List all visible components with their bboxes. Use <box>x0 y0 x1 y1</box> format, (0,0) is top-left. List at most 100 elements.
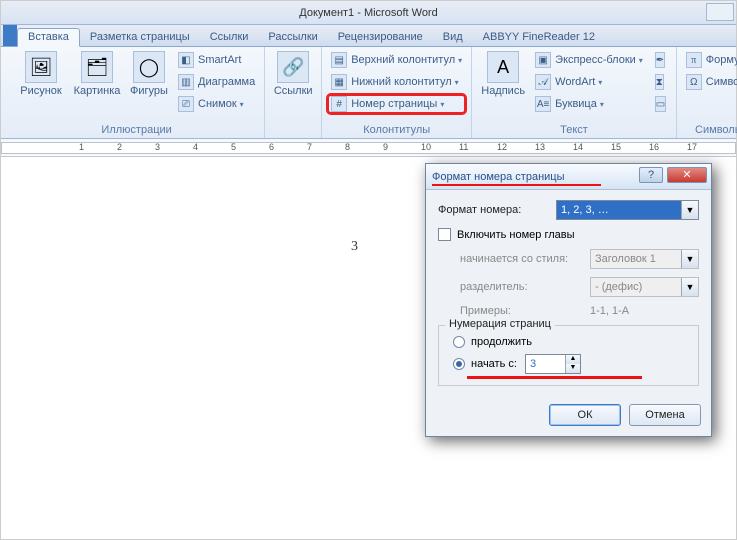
group-header-footer-label: Колонтитулы <box>326 123 467 138</box>
numeration-fieldset: Нумерация страниц продолжить начать с: 3… <box>438 325 699 386</box>
btn-symbol-label: Символ <box>706 76 737 88</box>
radio-continue[interactable] <box>453 336 465 348</box>
wordart-icon: 𝒜 <box>535 74 551 90</box>
ruler-mark: 13 <box>535 142 545 152</box>
btn-symbol[interactable]: Ω Символ <box>681 71 737 93</box>
btn-shapes[interactable]: ◯ Фигуры <box>125 49 173 99</box>
screenshot-icon: ⎚ <box>178 96 194 112</box>
btn-textbox-label: Надпись <box>481 85 525 97</box>
header-icon: ▤ <box>331 52 347 68</box>
tab-file[interactable] <box>3 24 17 46</box>
btn-wordart[interactable]: 𝒜 WordArt <box>530 71 648 93</box>
chevron-down-icon: ▼ <box>681 201 698 219</box>
btn-picture-label: Рисунок <box>20 85 62 97</box>
btn-smartart-label: SmartArt <box>198 54 241 66</box>
radio-start-at[interactable] <box>453 358 465 370</box>
links-icon: 🔗 <box>277 51 309 83</box>
tab-review[interactable]: Рецензирование <box>328 29 433 46</box>
symbol-icon: Ω <box>686 74 702 90</box>
start-at-spinner[interactable]: 3 ▲▼ <box>525 354 581 374</box>
format-value: 1, 2, 3, … <box>557 201 681 219</box>
btn-links-label: Ссылки <box>274 85 313 97</box>
tab-insert[interactable]: Вставка <box>17 28 80 47</box>
btn-object[interactable]: ▭ <box>650 93 672 115</box>
clipart-icon: 🗂 <box>81 51 113 83</box>
btn-datetime[interactable]: ⧗ <box>650 71 672 93</box>
chevron-down-icon: ▼ <box>681 278 698 296</box>
btn-header-label: Верхний колонтитул <box>351 54 462 66</box>
btn-footer-label: Нижний колонтитул <box>351 76 458 88</box>
format-combo[interactable]: 1, 2, 3, … ▼ <box>556 200 699 220</box>
ruler-mark: 1 <box>79 142 84 152</box>
dialog-close-button[interactable]: ✕ <box>667 167 707 183</box>
ruler-mark: 10 <box>421 142 431 152</box>
tab-references[interactable]: Ссылки <box>200 29 259 46</box>
ribbon-tabs: Вставка Разметка страницы Ссылки Рассылк… <box>1 25 736 47</box>
page-number-text: 3 <box>351 239 358 255</box>
spinner-up-icon[interactable]: ▲ <box>566 355 580 364</box>
btn-clipart[interactable]: 🗂 Картинка <box>69 49 125 99</box>
group-symbols: πФормула ΩСимвол Символы <box>677 47 737 138</box>
dialog-title-bar[interactable]: Формат номера страницы ? ✕ <box>426 164 711 190</box>
quickparts-icon: ▣ <box>535 52 551 68</box>
ruler-mark: 16 <box>649 142 659 152</box>
tab-mailings[interactable]: Рассылки <box>258 29 327 46</box>
dialog-help-button[interactable]: ? <box>639 167 663 183</box>
page-number-icon: # <box>331 96 347 112</box>
ruler-mark: 2 <box>117 142 122 152</box>
btn-footer[interactable]: ▦ Нижний колонтитул <box>326 71 467 93</box>
btn-dropcap[interactable]: A≡Буквица <box>530 93 648 115</box>
ribbon: 🖼 Рисунок 🗂 Картинка ◯ Фигуры ◧SmartArt … <box>1 47 736 139</box>
ok-button[interactable]: ОК <box>549 404 621 426</box>
footer-icon: ▦ <box>331 74 347 90</box>
cancel-button[interactable]: Отмена <box>629 404 701 426</box>
tab-page-layout[interactable]: Разметка страницы <box>80 29 200 46</box>
ruler[interactable]: 1234567891011121314151617 <box>1 139 736 157</box>
format-label: Формат номера: <box>438 204 556 216</box>
btn-page-number-label: Номер страницы <box>351 98 444 110</box>
tab-abbyy[interactable]: ABBYY FineReader 12 <box>473 29 605 46</box>
btn-quickparts[interactable]: ▣Экспресс-блоки <box>530 49 648 71</box>
btn-page-number[interactable]: # Номер страницы <box>326 93 467 115</box>
title-corner-box <box>706 3 734 21</box>
group-text-label: Текст <box>476 123 672 138</box>
radio-start-at-label: начать с: <box>471 358 517 370</box>
numeration-legend: Нумерация страниц <box>445 318 555 330</box>
btn-chart[interactable]: ▥Диаграмма <box>173 71 260 93</box>
btn-equation[interactable]: πФормула <box>681 49 737 71</box>
window-title: Документ1 - Microsoft Word <box>299 7 437 19</box>
group-header-footer: ▤ Верхний колонтитул ▦ Нижний колонтитул #… <box>322 47 472 138</box>
btn-dropcap-label: Буквица <box>555 98 604 110</box>
radio-continue-label: продолжить <box>471 336 532 348</box>
chevron-down-icon: ▼ <box>681 250 698 268</box>
examples-label: Примеры: <box>460 305 590 317</box>
btn-wordart-label: WordArt <box>555 76 602 88</box>
btn-textbox[interactable]: A Надпись <box>476 49 530 99</box>
tab-view[interactable]: Вид <box>433 29 473 46</box>
signature-icon: ✒ <box>655 52 665 68</box>
separator-value: - (дефис) <box>591 278 681 296</box>
btn-links[interactable]: 🔗 Ссылки <box>269 49 317 99</box>
start-at-value: 3 <box>526 355 565 373</box>
starts-style-combo: Заголовок 1 ▼ <box>590 249 699 269</box>
group-text: A Надпись ▣Экспресс-блоки 𝒜 WordArt A≡Бук… <box>472 47 677 138</box>
dialog-title: Формат номера страницы <box>432 171 565 183</box>
highlight-underline <box>467 376 642 379</box>
btn-signature[interactable]: ✒ <box>650 49 672 71</box>
include-chapter-label: Включить номер главы <box>457 229 575 241</box>
shapes-icon: ◯ <box>133 51 165 83</box>
starts-style-label: начинается со стиля: <box>460 253 590 265</box>
btn-smartart[interactable]: ◧SmartArt <box>173 49 260 71</box>
group-illustrations-label: Иллюстрации <box>13 123 260 138</box>
datetime-icon: ⧗ <box>655 74 664 90</box>
btn-header[interactable]: ▤ Верхний колонтитул <box>326 49 467 71</box>
btn-picture[interactable]: 🖼 Рисунок <box>13 49 69 99</box>
include-chapter-checkbox[interactable] <box>438 228 451 241</box>
picture-icon: 🖼 <box>25 51 57 83</box>
chart-icon: ▥ <box>178 74 194 90</box>
title-bar: Документ1 - Microsoft Word <box>1 1 736 25</box>
btn-screenshot[interactable]: ⎚Снимок <box>173 93 260 115</box>
ruler-mark: 11 <box>459 142 468 152</box>
ruler-mark: 12 <box>497 142 507 152</box>
spinner-down-icon[interactable]: ▼ <box>566 364 580 373</box>
